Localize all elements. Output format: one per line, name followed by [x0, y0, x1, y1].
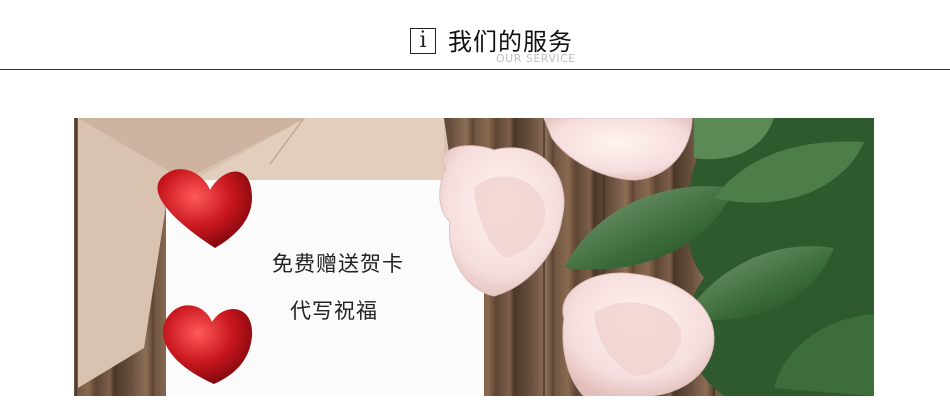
card-text-free-greeting-card: 免费赠送贺卡 — [272, 252, 404, 276]
section-header: i 我们的服务 OUR SERVICE — [0, 0, 950, 70]
info-icon: i — [410, 28, 436, 54]
service-banner: 免费赠送贺卡 代写祝福 — [74, 118, 874, 396]
rose — [562, 272, 715, 396]
banner-illustration — [75, 118, 874, 396]
rose — [543, 118, 693, 181]
section-subtitle: OUR SERVICE — [496, 52, 576, 65]
header-divider — [0, 69, 950, 70]
card-text-write-wishes: 代写祝福 — [290, 299, 378, 323]
